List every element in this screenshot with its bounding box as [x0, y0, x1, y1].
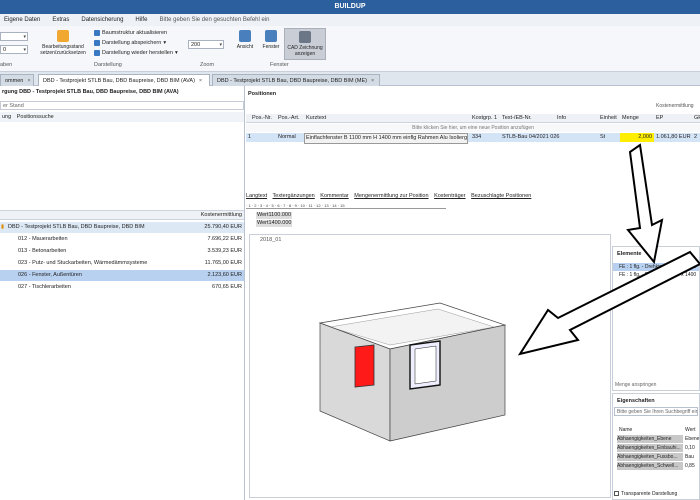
arrow-left-icon — [517, 250, 700, 356]
arrow-down-icon — [626, 143, 664, 265]
annotation-arrows — [517, 143, 700, 356]
